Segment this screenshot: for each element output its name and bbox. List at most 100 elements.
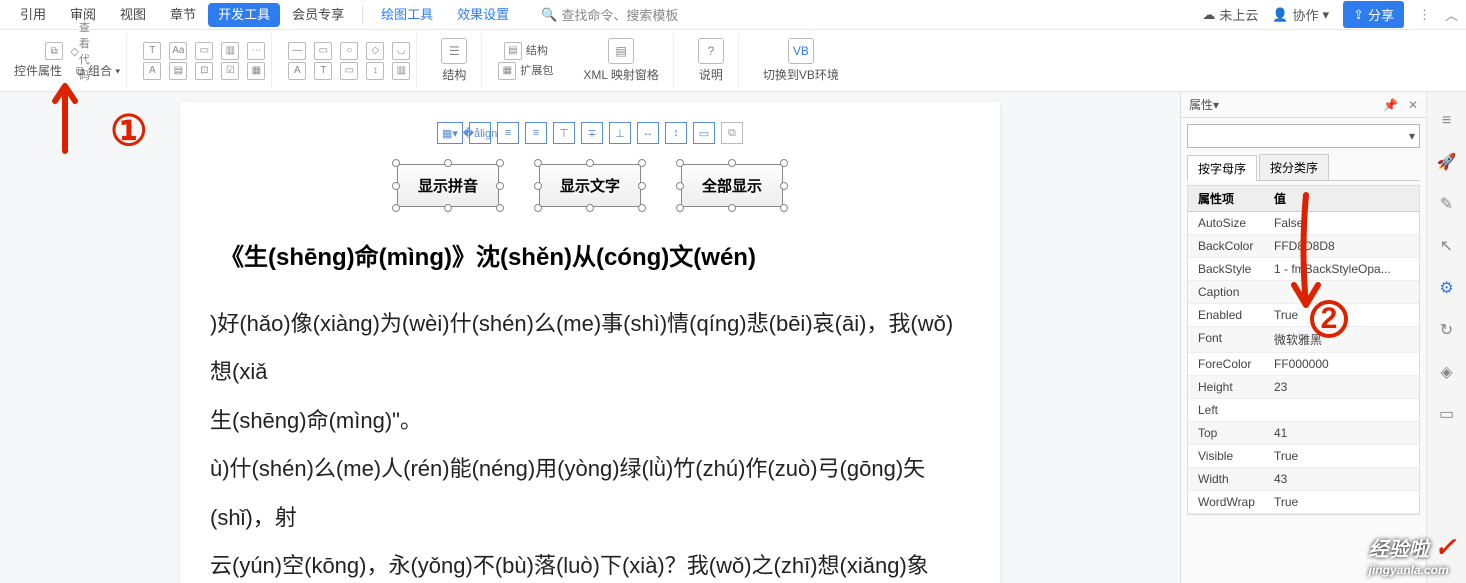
tab-effect-settings[interactable]: 效果设置 [445,0,521,30]
view-code-button[interactable]: ◇ 查看代码 [71,42,89,60]
frame-control-icon[interactable]: A [143,62,161,80]
prop-value[interactable] [1268,281,1419,303]
prop-value[interactable]: 23 [1268,376,1419,398]
property-row-forecolor[interactable]: ForeColorFF000000 [1188,353,1419,376]
group-button[interactable]: ⧉ 组合 ▾ [76,62,120,79]
checkbox-control-icon[interactable]: ☑ [221,62,239,80]
struct2-icon[interactable]: ▤ [504,42,522,60]
close-icon[interactable]: ✕ [1408,98,1418,112]
align-right-icon[interactable]: ≡ [525,122,547,144]
pen-icon[interactable]: ✎ [1440,194,1453,214]
property-row-autosize[interactable]: AutoSizeFalse [1188,212,1419,235]
control-show-all[interactable]: 全部显示 [681,164,783,207]
image-control-icon[interactable]: ▭ [195,42,213,60]
tab-dev-tools[interactable]: 开发工具 [208,3,280,27]
combo-control-icon[interactable]: ▥ [221,42,239,60]
document-scroll[interactable]: ▦▾ �ålign ≡ ≡ ⊤ ∓ ⊥ ↔ ↕ ▭ ⧉ 显示拼音 [0,92,1180,583]
prop-value[interactable]: FFD8D8D8 [1268,235,1419,257]
prop-value[interactable]: FF000000 [1268,353,1419,375]
control-show-text[interactable]: 显示文字 [539,164,641,207]
text-control-icon[interactable]: T [143,42,161,60]
pin-icon[interactable]: 📌 [1383,98,1398,112]
prop-value[interactable]: 1 - fmBackStyleOpa... [1268,258,1419,280]
property-row-wordwrap[interactable]: WordWrapTrue [1188,491,1419,514]
object-selector[interactable]: ▾ [1187,124,1420,148]
align-top-icon[interactable]: ⊤ [553,122,575,144]
menu-icon[interactable]: ≡ [1442,112,1451,130]
control-show-pinyin[interactable]: 显示拼音 [397,164,499,207]
richtext-control-icon[interactable]: Aa [169,42,187,60]
tab-view[interactable]: 视图 [108,0,158,30]
property-row-visible[interactable]: VisibleTrue [1188,445,1419,468]
dropdown-control-icon[interactable]: ⊡ [195,62,213,80]
more-icon[interactable]: ⋮ [1418,7,1431,23]
cloud-status[interactable]: ☁ 未上云 [1202,5,1258,24]
tab-reference[interactable]: 引用 [8,0,58,30]
prop-value[interactable]: 41 [1268,422,1419,444]
rocket-icon[interactable]: 🚀 [1437,152,1457,172]
oval-control-icon[interactable]: ○ [340,42,358,60]
polygon-control-icon[interactable]: ◇ [366,42,384,60]
line-control-icon[interactable]: — [288,42,306,60]
property-row-font[interactable]: Font微软雅黑 [1188,327,1419,353]
command-search[interactable]: 🔍 查找命令、搜索模板 [541,5,678,24]
tab-member[interactable]: 会员专享 [280,0,356,30]
property-row-backcolor[interactable]: BackColorFFD8D8D8 [1188,235,1419,258]
distribute-v-icon[interactable]: ↕ [665,122,687,144]
tab-categorized[interactable]: 按分类序 [1259,154,1329,180]
controls-row: 显示拼音 显示文字 全部显示 [210,164,970,207]
prop-value[interactable]: 微软雅黑 [1268,327,1419,352]
prop-key: Width [1188,468,1268,490]
property-row-caption[interactable]: Caption [1188,281,1419,304]
control-icon[interactable]: ⧉ [45,42,63,60]
date-control-icon[interactable]: ▤ [169,62,187,80]
align-middle-icon[interactable]: ∓ [581,122,603,144]
switch-vb-button[interactable]: VB 切换到VB环境 [755,36,847,85]
arc-control-icon[interactable]: ◡ [392,42,410,60]
prop-value[interactable]: True [1268,304,1419,326]
prop-value[interactable]: 43 [1268,468,1419,490]
group-icon[interactable]: ⧉ [721,122,743,144]
struct-button[interactable]: ☰ 结构 [433,36,475,85]
share-button[interactable]: ⇪ 分享 [1343,1,1404,28]
book-icon[interactable]: ▭ [1439,404,1454,424]
same-size-icon[interactable]: ▭ [693,122,715,144]
tab-drawing-tools[interactable]: 绘图工具 [369,0,445,30]
settings-icon[interactable]: ⚙ [1439,278,1453,298]
help-button[interactable]: ? 说明 [690,36,732,85]
scroll-control-icon[interactable]: ▥ [392,62,410,80]
fill-dropdown[interactable]: ▦▾ [437,122,463,144]
align-center-icon[interactable]: ≡ [497,122,519,144]
prop-value[interactable]: False [1268,212,1419,234]
chevron-down-icon[interactable]: ▾ [1213,98,1219,112]
expand-icon[interactable]: ▦ [498,62,516,80]
refresh-icon[interactable]: ↻ [1440,320,1453,340]
button-control-icon[interactable]: ▭ [340,62,358,80]
textbox-control-icon[interactable]: A [288,62,306,80]
diamond-icon[interactable]: ◈ [1440,362,1452,382]
prop-value[interactable]: True [1268,491,1419,513]
xml-button[interactable]: ▤ XML 映射窗格 [575,36,667,85]
tab-chapter[interactable]: 章节 [158,0,208,30]
align-bottom-icon[interactable]: ⊥ [609,122,631,144]
property-row-left[interactable]: Left [1188,399,1419,422]
property-row-top[interactable]: Top41 [1188,422,1419,445]
more-control-icon[interactable]: ⋯ [247,42,265,60]
collab-button[interactable]: 👤 协作 ▾ [1272,5,1329,24]
collapse-ribbon-icon[interactable]: ︿ [1445,5,1458,24]
tab-alphabetical[interactable]: 按字母序 [1187,155,1257,181]
pointer-icon[interactable]: ↖ [1440,236,1453,256]
label-control-icon[interactable]: T [314,62,332,80]
property-row-height[interactable]: Height23 [1188,376,1419,399]
rect-control-icon[interactable]: ▭ [314,42,332,60]
distribute-h-icon[interactable]: ↔ [637,122,659,144]
spin-control-icon[interactable]: ↕ [366,62,384,80]
property-row-width[interactable]: Width43 [1188,468,1419,491]
property-row-backstyle[interactable]: BackStyle1 - fmBackStyleOpa... [1188,258,1419,281]
control-properties-button[interactable]: 控件属性 [14,62,62,79]
prop-value[interactable] [1268,399,1419,421]
list-control-icon[interactable]: ▦ [247,62,265,80]
align-left-icon[interactable]: �ålign [469,122,491,144]
prop-value[interactable]: True [1268,445,1419,467]
property-row-enabled[interactable]: EnabledTrue [1188,304,1419,327]
